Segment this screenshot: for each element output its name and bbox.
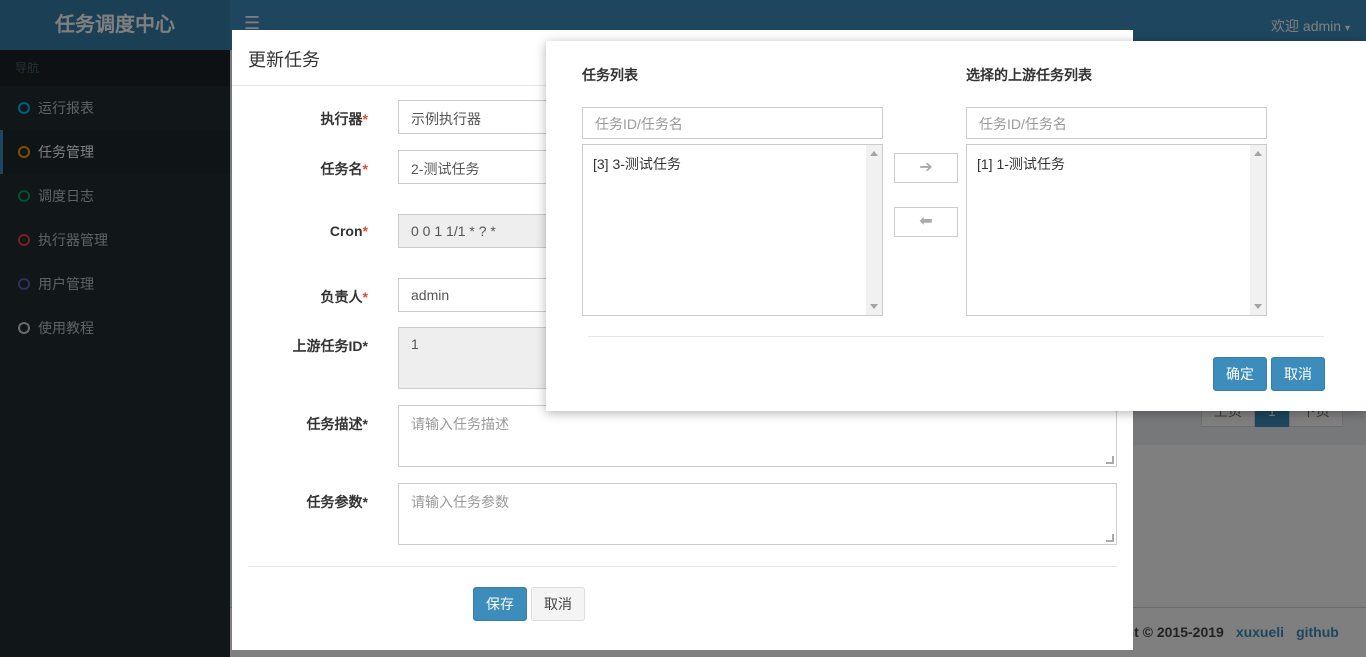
arrow-right-icon: ➔	[919, 159, 933, 176]
upstream-selector-dialog: 任务列表 选择的上游任务列表 任务ID/任务名 任务ID/任务名 [3] 3-测…	[546, 41, 1366, 411]
selected-search-input[interactable]: 任务ID/任务名	[966, 107, 1267, 139]
owner-label: 负责人*	[320, 289, 368, 305]
selected-listbox[interactable]: [1] 1-测试任务	[966, 144, 1267, 316]
dialog-divider	[588, 336, 1324, 337]
resize-handle-icon[interactable]	[1106, 534, 1114, 542]
dialog-cancel-button[interactable]: 取消	[1271, 357, 1325, 391]
move-left-button[interactable]: ⬅	[894, 207, 958, 237]
list-item[interactable]: [3] 3-测试任务	[583, 145, 882, 174]
scrollbar[interactable]	[1250, 145, 1266, 315]
move-right-button[interactable]: ➔	[894, 153, 958, 183]
upstream-label: 上游任务ID*	[292, 338, 368, 354]
task-name-label: 任务名*	[320, 161, 368, 177]
scroll-up-icon[interactable]	[870, 151, 878, 156]
list-item[interactable]: [1] 1-测试任务	[967, 145, 1266, 174]
task-search-input[interactable]: 任务ID/任务名	[582, 107, 883, 139]
params-textarea[interactable]: 请输入任务参数	[398, 483, 1117, 545]
executor-label: 执行器*	[320, 111, 368, 127]
cancel-button[interactable]: 取消	[531, 587, 585, 621]
desc-label: 任务描述*	[306, 416, 368, 432]
desc-textarea[interactable]: 请输入任务描述	[398, 405, 1117, 467]
params-label: 任务参数*	[306, 494, 368, 510]
task-listbox[interactable]: [3] 3-测试任务	[582, 144, 883, 316]
cron-label: Cron*	[329, 223, 368, 239]
scrollbar[interactable]	[866, 145, 882, 315]
selected-list-title: 选择的上游任务列表	[966, 67, 1092, 83]
scroll-down-icon[interactable]	[1254, 304, 1262, 309]
scroll-up-icon[interactable]	[1254, 151, 1262, 156]
arrow-left-icon: ⬅	[919, 213, 933, 230]
modal-divider	[248, 566, 1117, 567]
confirm-button[interactable]: 确定	[1213, 357, 1267, 391]
scroll-down-icon[interactable]	[870, 304, 878, 309]
save-button[interactable]: 保存	[473, 587, 527, 621]
task-list-title: 任务列表	[582, 67, 638, 83]
resize-handle-icon[interactable]	[1106, 456, 1114, 464]
